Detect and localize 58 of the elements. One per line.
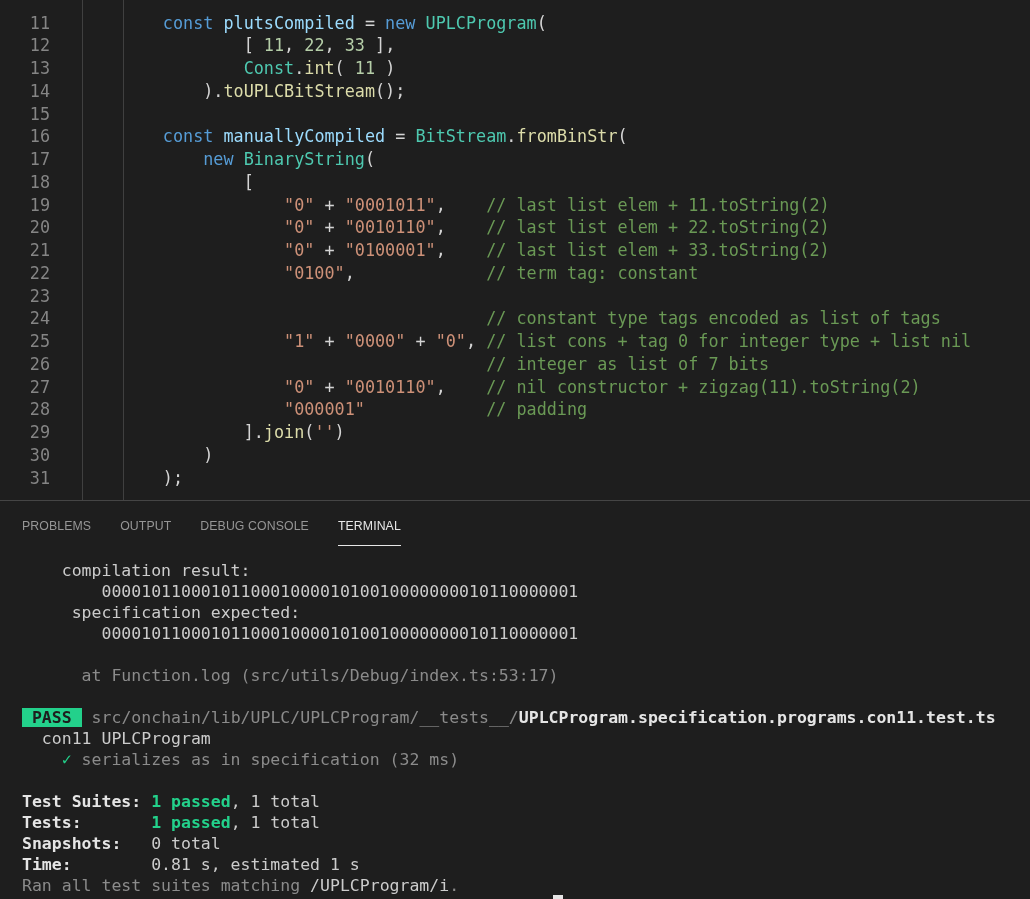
terminal-line: ✓ serializes as in specification (32 ms) (60, 750, 460, 769)
line-number: 30 (28, 443, 51, 467)
terminal-line: 000010110001011000100001010010000000010110000001 (100, 624, 579, 643)
terminal-line: Time: 0.81 s, estimated 1 s (22, 855, 360, 874)
line-number: 24 (28, 307, 51, 331)
terminal-line: compilation result: (60, 561, 251, 580)
terminal-line: 000010110001011000100001010010000000010110000001 (100, 582, 579, 601)
terminal-line: Snapshots: 0 total (22, 834, 221, 853)
line-number: 18 (28, 170, 51, 194)
line-number: 12 (28, 34, 51, 58)
line-number: 27 (28, 375, 51, 399)
code-line: new BinaryString( (202, 149, 375, 170)
line-number: 28 (28, 398, 51, 422)
code-line: Const.int( 11 ) (242, 58, 396, 79)
line-number: 26 (28, 352, 51, 376)
terminal-line: Tests: 1 passed, 1 total (22, 813, 321, 832)
line-number: 13 (28, 57, 51, 80)
panel-tab[interactable]: DEBUG CONSOLE (200, 506, 309, 546)
line-number: 14 (28, 79, 51, 103)
code-line: "0" + "0100001", // last list elem + 33.toString(2) (283, 240, 830, 261)
line-number: 19 (28, 193, 51, 217)
pass-badge: PASS (22, 708, 82, 727)
code-line: "0100", // term tag: constant (283, 262, 699, 283)
terminal-line: con11 UPLCProgram (40, 729, 211, 748)
code-line: "000001" // padding (283, 399, 588, 420)
code-line: // constant type tags encoded as list of tags (485, 308, 941, 329)
line-number: 29 (28, 421, 51, 444)
code-line: ].join('') (242, 422, 345, 443)
code-line: "0" + "0001011", // last list elem + 11.toString(2) (283, 194, 830, 215)
code-line: ); (161, 467, 184, 488)
code-line: // integer as list of 7 bits (485, 353, 769, 374)
terminal-line: Test Suites: 1 passed, 1 total (22, 792, 321, 811)
line-number: 16 (28, 125, 51, 149)
panel-tab[interactable]: TERMINAL (337, 506, 401, 546)
line-number: 17 (28, 148, 51, 171)
code-line: [ (242, 171, 254, 192)
code-line: "1" + "0000" + "0", // list cons + tag 0 for integer type + list nil (283, 331, 972, 352)
terminal-line: Ran all test suites matching /UPLCProgram/i. (22, 876, 460, 895)
terminal-line: at Function.log (src/utils/Debug/index.ts:53:17) (80, 666, 559, 685)
code-line: [ 11, 22, 33 ], (242, 35, 396, 56)
code-line: ).toUPLCBitStream(); (202, 80, 406, 101)
line-number: 22 (28, 261, 51, 285)
code-line: "0" + "0010110", // nil constructor + zigzag(11).toString(2) (283, 376, 921, 397)
line-number: 15 (28, 102, 51, 126)
test-file-path: src/onchain/lib/UPLC/UPLCProgram/__tests__/UPLCProgram.specification.programs.con11.test.ts (90, 708, 996, 727)
code-line: const manuallyCompiled = BitStream.fromBinStr( (161, 126, 628, 147)
code-line: "0" + "0010110", // last list elem + 22.toString(2) (283, 217, 830, 238)
line-number: 21 (28, 239, 51, 262)
code-line: const plutsCompiled = new UPLCProgram( (161, 12, 547, 33)
line-number: 25 (28, 330, 51, 353)
panel-tab[interactable]: OUTPUT (120, 506, 172, 546)
line-number: 20 (28, 216, 51, 240)
line-number: 23 (28, 284, 51, 308)
code-line: ) (202, 444, 214, 465)
panel-tab[interactable]: PROBLEMS (22, 506, 92, 546)
terminal-line: specification expected: (70, 603, 301, 622)
line-number: 31 (28, 466, 51, 490)
line-number: 11 (28, 11, 51, 35)
